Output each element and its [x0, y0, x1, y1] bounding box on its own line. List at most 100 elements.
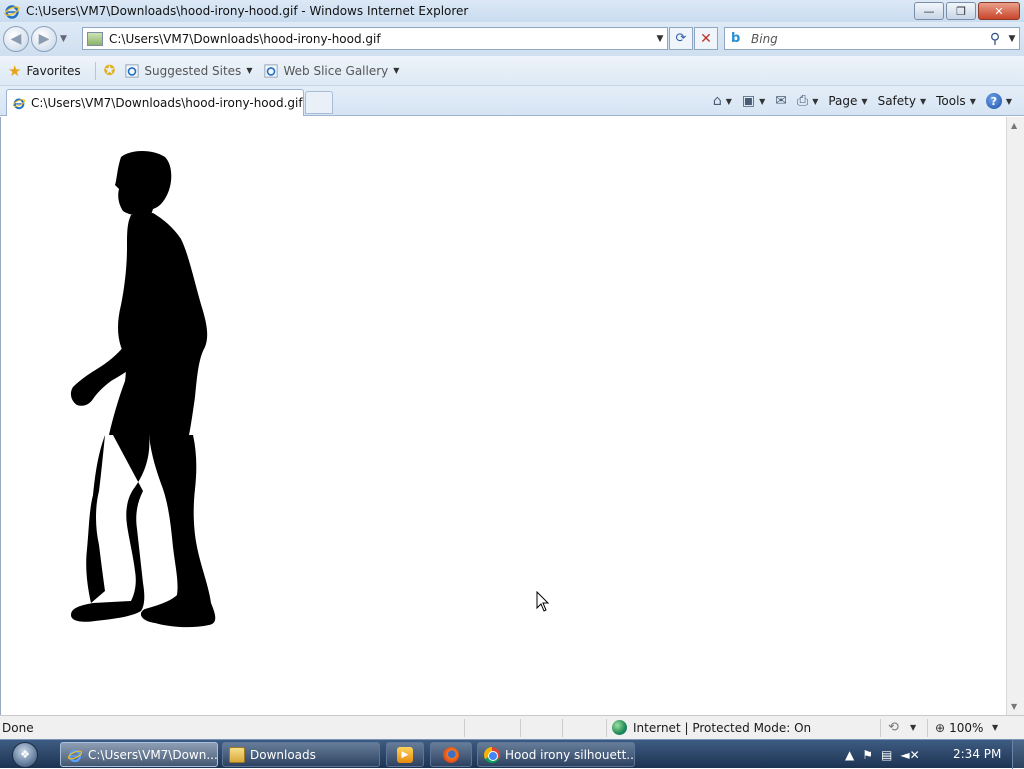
taskbar-item-internet-explorer[interactable]: C:\Users\VM7\Down...	[60, 742, 218, 767]
search-box[interactable]: b Bing ⚲ ▼	[724, 27, 1020, 50]
vertical-scrollbar[interactable]: ▲ ▼	[1006, 117, 1024, 715]
zoom-label: 100%	[949, 720, 984, 735]
suggested-sites-link[interactable]: Suggested Sites ▼	[125, 64, 252, 78]
back-button[interactable]: ◀	[3, 26, 29, 52]
tab-bar: C:\Users\VM7\Downloads\hood-irony-hood.g…	[0, 86, 1024, 116]
taskbar-item-media-player[interactable]: ▶	[386, 742, 424, 767]
ie-page-icon	[264, 63, 279, 78]
zoom-level[interactable]: ⊕ 100%	[935, 721, 983, 735]
taskbar-item-downloads[interactable]: Downloads	[222, 742, 380, 767]
windows-logo-icon: ❖	[12, 741, 38, 768]
zoom-icon: ⊕	[935, 720, 946, 735]
restore-button[interactable]: ❐	[946, 2, 976, 20]
chevron-down-icon: ▼	[725, 96, 732, 106]
stop-button[interactable]: ✕	[694, 27, 718, 50]
zoom-dropdown-icon[interactable]: ▼	[992, 723, 998, 732]
chevron-down-icon: ▼	[393, 66, 400, 75]
back-arrow-icon: ◀	[10, 31, 22, 47]
taskbar-item-chrome[interactable]: Hood irony silhouett...	[477, 742, 635, 767]
page-content: ▲ ▼	[0, 117, 1024, 715]
command-bar: ⌂ ▼ ▣ ▼ ✉ ⎙ ▼ Page ▼ Safety ▼ Tools ▼ ? …	[709, 90, 1016, 112]
search-input[interactable]: Bing	[751, 32, 985, 46]
tab-label: C:\Users\VM7\Downloads\hood-irony-hood.g…	[31, 96, 303, 110]
printer-icon: ⎙	[797, 93, 809, 109]
taskbar-item-label: Downloads	[250, 747, 316, 762]
show-hidden-icons-icon[interactable]: ▲	[845, 748, 854, 762]
forward-arrow-icon: ▶	[38, 31, 50, 47]
search-options-dropdown-icon[interactable]: ▼	[1005, 34, 1019, 44]
rss-feed-icon: ▣	[741, 93, 756, 109]
address-bar[interactable]: C:\Users\VM7\Downloads\hood-irony-hood.g…	[82, 27, 668, 50]
help-button[interactable]: ? ▼	[982, 93, 1016, 109]
window-controls: — ❐ ✕	[914, 2, 1020, 20]
start-button[interactable]: ❖	[6, 740, 44, 769]
forward-button[interactable]: ▶	[31, 26, 57, 52]
refresh-button[interactable]: ⟳	[669, 27, 693, 50]
folder-icon	[229, 746, 245, 763]
taskbar-item-firefox[interactable]	[430, 742, 472, 767]
image-file-icon	[87, 31, 103, 46]
volume-muted-icon[interactable]: ◄✕	[900, 748, 919, 762]
chevron-down-icon: ▼	[969, 96, 976, 106]
feeds-button[interactable]: ▣ ▼	[738, 93, 769, 109]
globe-icon	[612, 720, 627, 735]
action-center-flag-icon[interactable]: ⚑	[862, 748, 873, 762]
favorites-label: Favorites	[26, 63, 81, 78]
title-bar: C:\Users\VM7\Downloads\hood-irony-hood.g…	[0, 0, 1024, 22]
address-input[interactable]: C:\Users\VM7\Downloads\hood-irony-hood.g…	[109, 32, 653, 46]
window-title: C:\Users\VM7\Downloads\hood-irony-hood.g…	[26, 4, 469, 18]
security-zone[interactable]: Internet | Protected Mode: On	[612, 720, 811, 735]
firefox-icon	[443, 746, 459, 763]
taskbar-item-label: Hood irony silhouett...	[505, 747, 635, 762]
status-text: Done	[2, 720, 34, 735]
status-divider	[464, 719, 465, 737]
read-mail-button[interactable]: ✉	[771, 93, 791, 109]
status-divider	[562, 719, 563, 737]
tab-current-page[interactable]: C:\Users\VM7\Downloads\hood-irony-hood.g…	[6, 89, 304, 116]
safety-menu-button[interactable]: Safety ▼	[874, 94, 931, 108]
add-to-favorites-bar-icon[interactable]: ✪	[104, 63, 116, 79]
scroll-up-icon[interactable]: ▲	[1011, 121, 1017, 130]
navigation-bar: ◀ ▶ ▼ C:\Users\VM7\Downloads\hood-irony-…	[0, 22, 1024, 56]
protected-mode-icon[interactable]: ⟲	[888, 720, 899, 735]
chevron-down-icon: ▼	[861, 96, 868, 106]
taskbar-clock[interactable]: 2:34 PM	[953, 747, 1001, 761]
ie-icon	[67, 749, 83, 762]
recent-pages-dropdown-icon[interactable]: ▼	[60, 34, 67, 44]
safety-menu-label: Safety	[877, 94, 916, 108]
status-divider	[927, 719, 928, 737]
refresh-icon: ⟳	[675, 31, 687, 46]
new-tab-button[interactable]	[305, 91, 333, 114]
chevron-down-icon: ▼	[759, 96, 766, 106]
print-button[interactable]: ⎙ ▼	[793, 93, 822, 109]
favorites-bar: ★ Favorites ✪ Suggested Sites ▼ Web Slic…	[0, 56, 1024, 86]
minimize-button[interactable]: —	[914, 2, 944, 20]
status-divider	[520, 719, 521, 737]
ie-logo-icon	[4, 5, 20, 19]
home-button[interactable]: ⌂ ▼	[709, 93, 736, 109]
web-slice-gallery-label: Web Slice Gallery	[283, 63, 389, 78]
stop-icon: ✕	[700, 30, 712, 47]
help-icon: ?	[985, 93, 1002, 109]
close-button[interactable]: ✕	[978, 2, 1020, 20]
address-dropdown-icon[interactable]: ▼	[653, 34, 667, 44]
chevron-down-icon: ▼	[1005, 96, 1012, 106]
favorites-button[interactable]: ★ Favorites	[8, 62, 81, 80]
search-icon[interactable]: ⚲	[985, 31, 1005, 47]
show-desktop-button[interactable]	[1012, 740, 1024, 769]
scroll-down-icon[interactable]: ▼	[1011, 702, 1017, 711]
status-bar: Done Internet | Protected Mode: On ⟲ ▼ ⊕…	[0, 715, 1024, 739]
chevron-down-icon: ▼	[246, 66, 253, 75]
ie-page-icon	[125, 63, 139, 78]
suggested-sites-label: Suggested Sites	[144, 63, 242, 78]
tools-menu-label: Tools	[936, 94, 966, 108]
page-menu-label: Page	[828, 94, 858, 108]
network-icon[interactable]: ▤	[881, 748, 892, 762]
favorites-divider	[94, 61, 96, 80]
chevron-down-icon[interactable]: ▼	[910, 723, 916, 732]
page-menu-button[interactable]: Page ▼	[824, 94, 871, 108]
chevron-down-icon: ▼	[812, 96, 819, 106]
system-tray: ▲ ⚑ ▤ ◄✕	[845, 740, 920, 769]
web-slice-gallery-link[interactable]: Web Slice Gallery ▼	[264, 64, 399, 78]
tools-menu-button[interactable]: Tools ▼	[932, 94, 980, 108]
